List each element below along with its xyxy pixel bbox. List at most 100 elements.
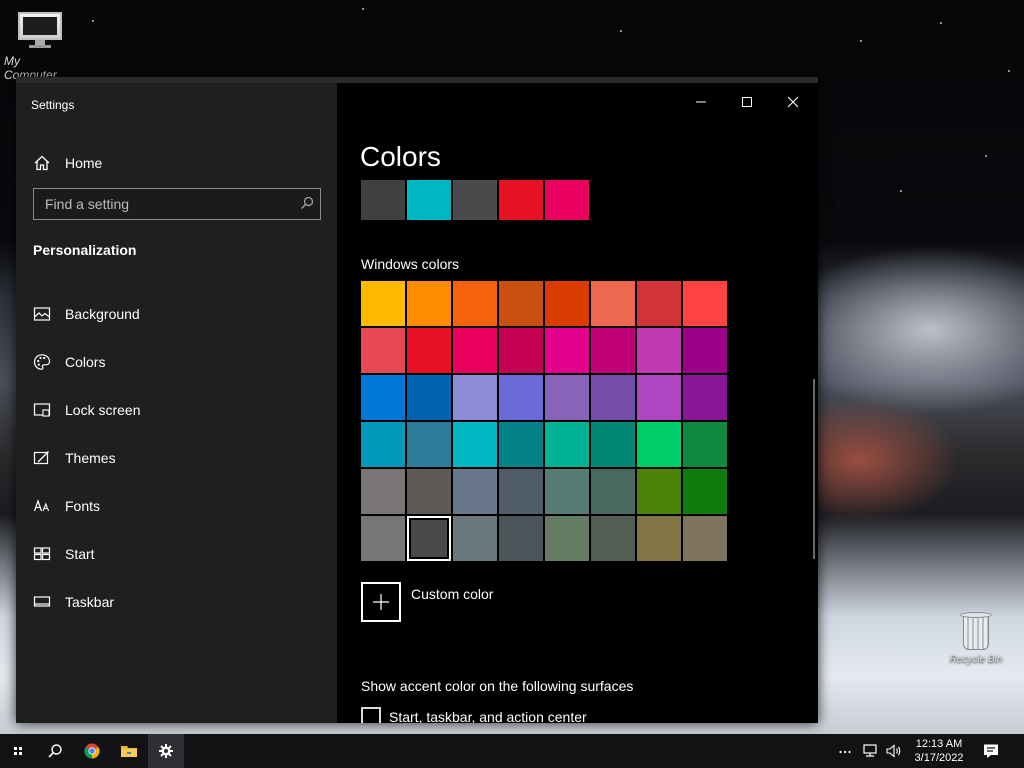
color-swatch[interactable]: [453, 375, 497, 420]
sidebar-item-taskbar[interactable]: Taskbar: [16, 578, 337, 626]
color-swatch[interactable]: [683, 328, 727, 373]
color-swatch[interactable]: [499, 375, 543, 420]
sidebar-item-themes[interactable]: Themes: [16, 434, 337, 482]
sidebar-item-fonts[interactable]: Fonts: [16, 482, 337, 530]
search-input[interactable]: [34, 189, 294, 219]
show-hidden-icons-button[interactable]: [838, 734, 852, 768]
color-swatch[interactable]: [591, 375, 635, 420]
recent-color-swatch[interactable]: [361, 180, 405, 220]
desktop-icon-my-computer[interactable]: My Computer: [4, 12, 76, 82]
color-swatch[interactable]: [591, 328, 635, 373]
color-swatch[interactable]: [499, 516, 543, 561]
color-swatch[interactable]: [407, 422, 451, 467]
sidebar-item-background[interactable]: Background: [16, 290, 337, 338]
start-taskbar-checkbox[interactable]: [361, 707, 381, 723]
sidebar-item-start[interactable]: Start: [16, 530, 337, 578]
color-swatch[interactable]: [453, 281, 497, 326]
recent-color-swatch[interactable]: [545, 180, 589, 220]
recycle-bin-icon: [960, 612, 992, 652]
palette-icon: [33, 354, 51, 370]
sidebar-item-colors[interactable]: Colors: [16, 338, 337, 386]
color-swatch[interactable]: [499, 422, 543, 467]
taskbar-icon: [33, 596, 51, 607]
page-title: Colors: [360, 141, 441, 172]
color-swatch[interactable]: [499, 328, 543, 373]
color-swatch[interactable]: [637, 516, 681, 561]
color-swatch[interactable]: [361, 469, 405, 514]
taskbar-clock[interactable]: 12:13 AM 3/17/2022: [906, 737, 972, 765]
color-swatch[interactable]: [683, 422, 727, 467]
color-swatch[interactable]: [591, 422, 635, 467]
taskbar-file-explorer-button[interactable]: [111, 734, 147, 768]
star: [620, 30, 622, 32]
star: [92, 20, 94, 22]
network-button[interactable]: [862, 734, 880, 768]
settings-sidebar: Settings Home Personalization Background: [16, 83, 337, 723]
color-swatch[interactable]: [545, 328, 589, 373]
network-icon: [863, 744, 877, 757]
close-button[interactable]: [770, 87, 816, 117]
color-swatch[interactable]: [637, 281, 681, 326]
color-swatch[interactable]: [591, 281, 635, 326]
taskbar-settings-button[interactable]: [148, 734, 184, 768]
taskbar-chrome-button[interactable]: [74, 734, 110, 768]
search-icon[interactable]: [300, 196, 314, 210]
color-swatch[interactable]: [545, 469, 589, 514]
color-swatch[interactable]: [683, 281, 727, 326]
recent-color-swatch[interactable]: [499, 180, 543, 220]
color-swatch[interactable]: [499, 281, 543, 326]
color-swatch[interactable]: [683, 469, 727, 514]
color-swatch[interactable]: [453, 516, 497, 561]
color-swatch[interactable]: [591, 516, 635, 561]
minimize-button[interactable]: [678, 87, 724, 117]
settings-icon: [159, 744, 173, 758]
maximize-button[interactable]: [724, 87, 770, 117]
home-nav-item[interactable]: Home: [33, 153, 102, 173]
clock-date: 3/17/2022: [914, 752, 964, 764]
star: [940, 22, 942, 24]
color-swatch[interactable]: [453, 469, 497, 514]
color-swatch-selected[interactable]: [407, 516, 451, 561]
action-center-button[interactable]: [982, 734, 1000, 768]
color-swatch[interactable]: [361, 516, 405, 561]
color-swatch[interactable]: [407, 328, 451, 373]
color-swatch[interactable]: [361, 375, 405, 420]
settings-window: Settings Home Personalization Background: [16, 77, 818, 723]
color-swatch[interactable]: [361, 422, 405, 467]
scrollbar-thumb[interactable]: [813, 379, 815, 559]
color-swatch[interactable]: [545, 422, 589, 467]
color-swatch[interactable]: [591, 469, 635, 514]
start-button[interactable]: [0, 734, 36, 768]
color-swatch[interactable]: [361, 328, 405, 373]
recent-color-swatch[interactable]: [407, 180, 451, 220]
sidebar-item-lock-screen[interactable]: Lock screen: [16, 386, 337, 434]
brush-icon: [33, 451, 49, 465]
color-swatch[interactable]: [637, 375, 681, 420]
accent-start-taskbar-checkbox-row[interactable]: Start, taskbar, and action center: [361, 707, 587, 723]
color-swatch[interactable]: [545, 281, 589, 326]
accent-surfaces-heading: Show accent color on the following surfa…: [361, 678, 634, 694]
color-swatch[interactable]: [545, 516, 589, 561]
maximize-icon: [742, 97, 752, 107]
find-setting-search[interactable]: [33, 188, 321, 220]
recent-color-swatch[interactable]: [453, 180, 497, 220]
color-swatch[interactable]: [637, 328, 681, 373]
color-swatch[interactable]: [361, 281, 405, 326]
section-title-personalization: Personalization: [33, 242, 137, 258]
color-swatch[interactable]: [637, 469, 681, 514]
color-swatch[interactable]: [453, 422, 497, 467]
desktop-icon-recycle-bin[interactable]: Recycle Bin: [944, 612, 1008, 665]
color-swatch[interactable]: [407, 375, 451, 420]
color-swatch[interactable]: [453, 328, 497, 373]
color-swatch[interactable]: [545, 375, 589, 420]
plus-icon: [373, 594, 389, 610]
color-swatch[interactable]: [683, 375, 727, 420]
color-swatch[interactable]: [407, 281, 451, 326]
color-swatch[interactable]: [637, 422, 681, 467]
color-swatch[interactable]: [683, 516, 727, 561]
color-swatch[interactable]: [499, 469, 543, 514]
taskbar-search-button[interactable]: [37, 734, 73, 768]
volume-button[interactable]: [885, 734, 903, 768]
color-swatch[interactable]: [407, 469, 451, 514]
custom-color-button[interactable]: Custom color: [361, 582, 493, 622]
